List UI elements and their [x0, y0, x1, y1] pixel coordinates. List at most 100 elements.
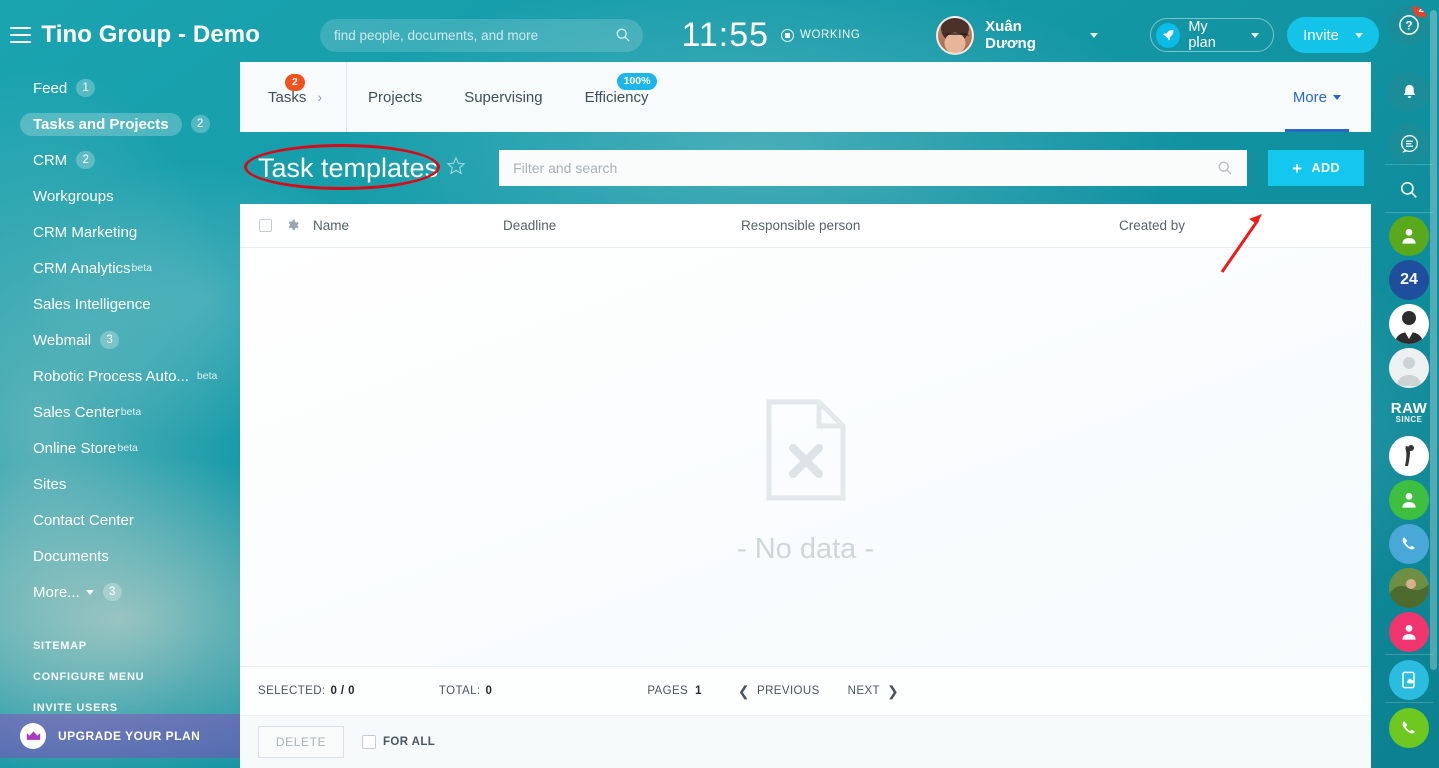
sidebar-item-label: Webmail — [33, 331, 92, 349]
star-icon[interactable] — [446, 155, 466, 181]
upgrade-plan-label: UPGRADE YOUR PLAN — [58, 729, 201, 743]
grid-footer: SELECTED: 0 / 0 TOTAL: 0 PAGES 1 ❮ PREVI… — [240, 666, 1371, 716]
sidebar-item-documents[interactable]: Documents — [0, 538, 240, 574]
pages-value: 1 — [695, 685, 702, 697]
help-icon[interactable]: ? 20 — [1389, 5, 1429, 45]
for-all-checkbox[interactable]: FOR ALL — [362, 735, 435, 749]
sidebar-item-label: More... — [33, 583, 80, 601]
invite-button[interactable]: Invite — [1287, 17, 1379, 53]
user-menu[interactable]: Xuân Dương — [936, 15, 1099, 55]
gear-icon[interactable] — [285, 217, 299, 234]
tab-label: Efficiency — [584, 88, 649, 106]
for-all-checkbox-box[interactable] — [362, 735, 376, 749]
chevron-right-icon[interactable]: ❯ — [887, 683, 899, 700]
column-header-created-by[interactable]: Created by — [1119, 218, 1185, 233]
tab-supervising[interactable]: Supervising — [443, 62, 563, 132]
portal-title: Tino Group - Demo — [41, 21, 260, 48]
sidebar-item-more[interactable]: More... 3 — [0, 574, 240, 610]
sidebar-item-label: Sales Center — [33, 403, 120, 421]
select-all-checkbox[interactable] — [259, 219, 272, 232]
filter-search-input[interactable]: Filter and search — [499, 150, 1248, 186]
notifications-bell-icon[interactable] — [1389, 72, 1429, 112]
sidebar-item-label: Feed — [33, 79, 68, 97]
hamburger-icon[interactable] — [10, 27, 32, 43]
tab-more[interactable]: More — [1284, 62, 1350, 132]
rail-divider — [1385, 164, 1433, 165]
sidebar-link-label: INVITE USERS — [33, 701, 118, 714]
status-label: WORKING — [800, 29, 861, 41]
crown-icon — [20, 723, 46, 749]
tab-efficiency[interactable]: 100% Efficiency — [564, 62, 670, 132]
sidebar-link-configure-menu[interactable]: CONFIGURE MENU — [0, 661, 240, 692]
call-blue-icon[interactable] — [1389, 524, 1429, 564]
left-sidebar: Feed 1 Tasks and Projects 2 CRM 2 Workgr… — [0, 62, 240, 768]
column-header-responsible-person[interactable]: Responsible person — [741, 218, 1119, 233]
my-plan-button[interactable]: My plan — [1150, 18, 1275, 52]
sidebar-item-crm-analytics[interactable]: CRM Analytics beta — [0, 250, 240, 286]
chat-messages-icon[interactable] — [1389, 124, 1429, 164]
sidebar-item-crm[interactable]: CRM 2 — [0, 142, 240, 178]
column-header-name[interactable]: Name — [313, 218, 503, 233]
contact-suit-avatar[interactable] — [1389, 304, 1429, 344]
mobile-cloud-icon[interactable] — [1389, 660, 1429, 700]
sidebar-link-label: SITEMAP — [33, 639, 87, 652]
sidebar-item-label: Sales Intelligence — [33, 295, 151, 313]
status-badge[interactable]: WORKING — [781, 28, 861, 42]
data-grid: Name Deadline Responsible person Created… — [240, 204, 1371, 768]
raw-since-logo[interactable]: RAW SINCE — [1386, 392, 1432, 432]
sidebar-item-crm-marketing[interactable]: CRM Marketing — [0, 214, 240, 250]
contact-green2-icon[interactable] — [1389, 480, 1429, 520]
main-content: 2 Tasks › Projects Supervising 100% Effi… — [240, 62, 1371, 768]
beta-tag: beta — [196, 370, 218, 382]
sidebar-item-label: CRM Analytics — [33, 259, 131, 277]
add-button[interactable]: + ADD — [1268, 150, 1365, 186]
upgrade-plan-button[interactable]: UPGRADE YOUR PLAN — [0, 714, 240, 758]
total-label: TOTAL: — [438, 685, 481, 697]
rail-scrollbar[interactable] — [1430, 10, 1437, 670]
sidebar-item-sites[interactable]: Sites — [0, 466, 240, 502]
bitrix24-icon[interactable]: 24 — [1389, 260, 1429, 300]
sidebar-link-label: CONFIGURE MENU — [33, 670, 145, 683]
sidebar-item-robotic-process-automation[interactable]: Robotic Process Auto... beta — [0, 358, 240, 394]
action-bar: DELETE FOR ALL — [240, 716, 1371, 768]
global-search-placeholder: find people, documents, and more — [333, 27, 539, 43]
rail-divider — [1385, 212, 1433, 213]
my-plan-label: My plan — [1188, 19, 1216, 51]
contact-grey-avatar[interactable] — [1389, 348, 1429, 388]
global-search-input[interactable]: find people, documents, and more — [319, 18, 644, 52]
sidebar-item-feed[interactable]: Feed 1 — [0, 70, 240, 106]
add-button-label: ADD — [1311, 161, 1341, 175]
search-icon[interactable] — [1389, 170, 1429, 210]
tab-projects[interactable]: Projects — [347, 62, 443, 132]
tab-tasks[interactable]: 2 Tasks › — [240, 62, 348, 132]
contact-photo-avatar[interactable] — [1389, 568, 1429, 608]
previous-button[interactable]: PREVIOUS — [757, 685, 820, 697]
contact-pink-icon[interactable] — [1389, 612, 1429, 652]
sidebar-item-webmail[interactable]: Webmail 3 — [0, 322, 240, 358]
contact-white-avatar[interactable] — [1389, 436, 1429, 476]
sidebar-item-label: CRM — [33, 151, 68, 169]
beta-tag: beta — [117, 442, 138, 454]
tab-label: Supervising — [464, 88, 543, 106]
sidebar-item-tasks-and-projects[interactable]: Tasks and Projects 2 — [0, 106, 240, 142]
search-icon — [1217, 160, 1233, 181]
sidebar-item-online-store[interactable]: Online Store beta — [0, 430, 240, 466]
avatar[interactable] — [936, 15, 975, 55]
sidebar-item-workgroups[interactable]: Workgroups — [0, 178, 240, 214]
sidebar-item-contact-center[interactable]: Contact Center — [0, 502, 240, 538]
sidebar-link-sitemap[interactable]: SITEMAP — [0, 630, 240, 661]
delete-button[interactable]: DELETE — [258, 726, 344, 758]
pages-label: PAGES — [647, 685, 689, 697]
tab-label: Projects — [368, 88, 423, 106]
column-header-deadline[interactable]: Deadline — [503, 218, 741, 233]
call-green-icon[interactable] — [1389, 708, 1429, 748]
sidebar-item-sales-center[interactable]: Sales Center beta — [0, 394, 240, 430]
raw-logo-label: RAW — [1390, 399, 1428, 417]
empty-state: - No data - — [240, 248, 1371, 716]
delete-button-label: DELETE — [275, 735, 327, 749]
chevron-left-icon[interactable]: ❮ — [738, 683, 750, 700]
contact-green-icon[interactable] — [1389, 216, 1429, 256]
page-header: Task templates Filter and search + ADD — [240, 132, 1371, 204]
next-button[interactable]: NEXT — [848, 685, 880, 697]
sidebar-item-sales-intelligence[interactable]: Sales Intelligence — [0, 286, 240, 322]
